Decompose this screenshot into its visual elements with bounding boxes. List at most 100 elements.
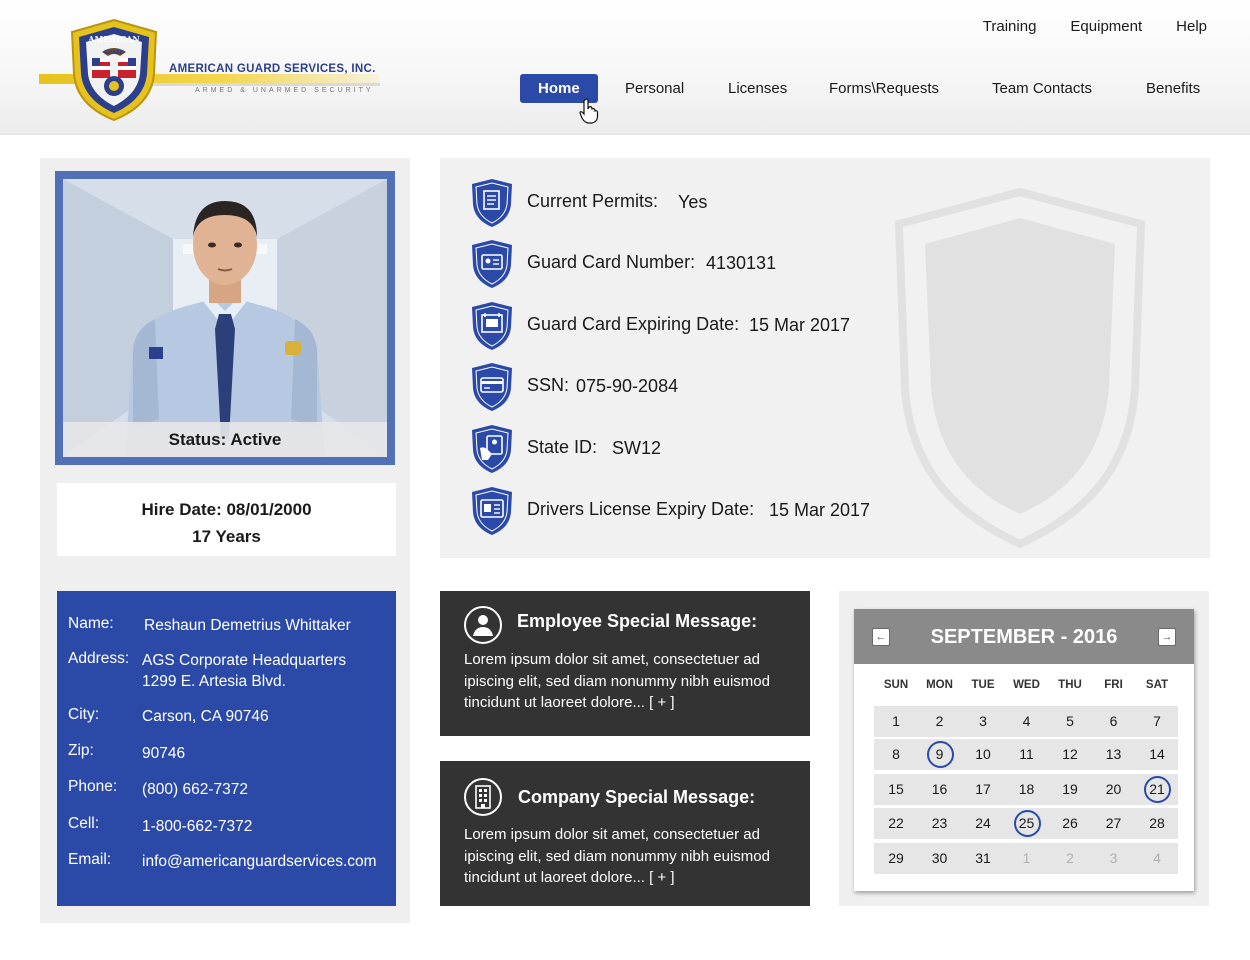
phone-value[interactable]: (800) 662-7372 — [142, 779, 248, 800]
calendar-day[interactable]: 13 — [1092, 739, 1136, 770]
calendar-day-other-month[interactable]: 2 — [1048, 843, 1092, 874]
calendar-day[interactable]: 6 — [1092, 706, 1136, 737]
calendar-day[interactable]: 5 — [1048, 706, 1092, 737]
calendar-day[interactable]: 24 — [961, 808, 1005, 839]
contact-card: Name: Reshaun Demetrius Whittaker Addres… — [57, 591, 396, 906]
calendar-day[interactable]: 25 — [1005, 808, 1049, 839]
name-label: Name: — [68, 615, 114, 632]
name-value: Reshaun Demetrius Whittaker — [144, 617, 351, 634]
status-badge: Status: Active — [63, 422, 387, 457]
email-label: Email: — [68, 851, 112, 868]
calendar-month-title: SEPTEMBER - 2016 — [930, 626, 1118, 648]
info-value: Yes — [678, 192, 708, 212]
company-message-body[interactable]: Lorem ipsum dolor sit amet, consectetuer… — [464, 824, 794, 889]
calendar: ← SEPTEMBER - 2016 → SUN MON TUE WED THU FRI S… — [854, 609, 1194, 891]
weekday-label: WED — [1013, 679, 1040, 691]
calendar-day[interactable]: 14 — [1135, 739, 1179, 770]
id-card-icon — [472, 240, 512, 288]
calendar-day[interactable]: 23 — [918, 808, 962, 839]
top-nav-training[interactable]: Training — [983, 18, 1037, 35]
nav-forms-requests[interactable]: Forms\Requests — [829, 74, 939, 103]
hand-cursor-icon — [579, 98, 599, 124]
calendar-day[interactable]: 18 — [1005, 774, 1049, 805]
calendar-day[interactable]: 30 — [918, 843, 962, 874]
calendar-day-other-month[interactable]: 3 — [1092, 843, 1136, 874]
calendar-card-icon — [472, 302, 512, 350]
company-tagline: ARMED & UNARMED SECURITY — [195, 87, 374, 94]
info-label: SSN: — [527, 375, 570, 395]
calendar-day[interactable]: 12 — [1048, 739, 1092, 770]
info-label: Guard Card Expiring Date: — [527, 314, 740, 334]
employee-message-title: Employee Special Message: — [517, 611, 758, 631]
info-label: Guard Card Number: — [527, 252, 696, 272]
info-value: 15 Mar 2017 — [769, 500, 871, 520]
calendar-day[interactable]: 1 — [874, 706, 918, 737]
address-label: Address: — [68, 650, 130, 667]
message-line: Lorem ipsum dolor sit amet, consectetuer… — [464, 651, 760, 668]
top-nav-help[interactable]: Help — [1176, 18, 1207, 35]
nav-benefits[interactable]: Benefits — [1146, 74, 1200, 103]
message-line: ipiscing elit, sed diam nonummy nibh eui… — [464, 672, 770, 690]
calendar-day-other-month[interactable]: 1 — [1005, 843, 1049, 874]
info-label: State ID: — [527, 437, 598, 457]
city-label: City: — [68, 706, 99, 723]
calendar-day[interactable]: 17 — [961, 774, 1005, 805]
nav-personal[interactable]: Personal — [625, 74, 684, 103]
calendar-day[interactable]: 22 — [874, 808, 918, 839]
nav-team-contacts[interactable]: Team Contacts — [992, 74, 1092, 103]
calendar-day[interactable]: 27 — [1092, 808, 1136, 839]
years-of-service: 17 Years — [192, 527, 261, 546]
calendar-week-row: 22 23 24 25 26 27 28 — [874, 808, 1178, 839]
calendar-day[interactable]: 4 — [1005, 706, 1049, 737]
calendar-day[interactable]: 26 — [1048, 808, 1092, 839]
address-line2: 1299 E. Artesia Blvd. — [142, 673, 286, 690]
calendar-header: ← SEPTEMBER - 2016 → — [854, 609, 1194, 664]
calendar-day[interactable]: 19 — [1048, 774, 1092, 805]
company-badge-logo[interactable]: AMERICAN GUARD — [68, 18, 160, 122]
calendar-week-row: 15 16 17 18 19 20 21 — [874, 774, 1178, 805]
calendar-day[interactable]: 10 — [961, 739, 1005, 770]
hire-date: Hire Date: 08/01/2000 — [141, 500, 312, 519]
calendar-week-row: 8 9 10 11 12 13 14 — [874, 739, 1178, 770]
calendar-day[interactable]: 20 — [1092, 774, 1136, 805]
hand-id-icon — [472, 425, 512, 473]
calendar-day[interactable]: 15 — [874, 774, 918, 805]
info-value: 075-90-2084 — [576, 376, 679, 396]
header: AMERICAN GUARD AMERICAN GUARD SERVICES, … — [0, 0, 1250, 135]
top-nav-equipment[interactable]: Equipment — [1070, 18, 1142, 35]
employee-message-card: Employee Special Message: Lorem ipsum do… — [440, 591, 810, 736]
message-line: tincidunt ut laoreet dolore... [ + ] — [464, 694, 675, 711]
email-value[interactable]: info@americanguardservices.com — [142, 851, 377, 872]
company-name: AMERICAN GUARD SERVICES, INC. — [169, 63, 376, 75]
cell-value[interactable]: 1-800-662-7372 — [142, 816, 252, 837]
city-value: Carson, CA 90746 — [142, 708, 269, 725]
next-month-arrow-icon[interactable]: → — [1158, 628, 1176, 646]
calendar-week-row: 1234567 — [874, 706, 1178, 737]
calendar-day[interactable]: 16 — [918, 774, 962, 805]
profile-photo: Status: Active — [63, 179, 387, 457]
calendar-day[interactable]: 11 — [1005, 739, 1049, 770]
profile-photo-frame: Status: Active — [55, 171, 395, 465]
calendar-day[interactable]: 9 — [918, 739, 962, 770]
employee-message-body[interactable]: Lorem ipsum dolor sit amet, consectetuer… — [464, 649, 794, 714]
phone-label: Phone: — [68, 778, 118, 795]
calendar-day[interactable]: 3 — [961, 706, 1005, 737]
calendar-day[interactable]: 21 — [1135, 774, 1179, 805]
nav-licenses[interactable]: Licenses — [728, 74, 787, 103]
calendar-day[interactable]: 2 — [918, 706, 962, 737]
message-line: ipiscing elit, sed diam nonummy nibh eui… — [464, 847, 770, 865]
message-line: tincidunt ut laoreet dolore... [ + ] — [464, 869, 675, 886]
zip-value: 90746 — [142, 745, 186, 762]
calendar-panel: ← SEPTEMBER - 2016 → SUN MON TUE WED THU FRI S… — [839, 591, 1209, 906]
zip-label: Zip: — [68, 742, 94, 759]
calendar-day[interactable]: 29 — [874, 843, 918, 874]
info-label: Current Permits: — [527, 191, 659, 211]
calendar-day[interactable]: 28 — [1135, 808, 1179, 839]
calendar-day-other-month[interactable]: 4 — [1135, 843, 1179, 874]
guard-photo-illustration — [63, 179, 387, 457]
calendar-day[interactable]: 8 — [874, 739, 918, 770]
calendar-day[interactable]: 31 — [961, 843, 1005, 874]
info-value: 15 Mar 2017 — [749, 315, 851, 335]
calendar-day[interactable]: 7 — [1135, 706, 1179, 737]
info-label: Drivers License Expiry Date: — [527, 499, 755, 519]
